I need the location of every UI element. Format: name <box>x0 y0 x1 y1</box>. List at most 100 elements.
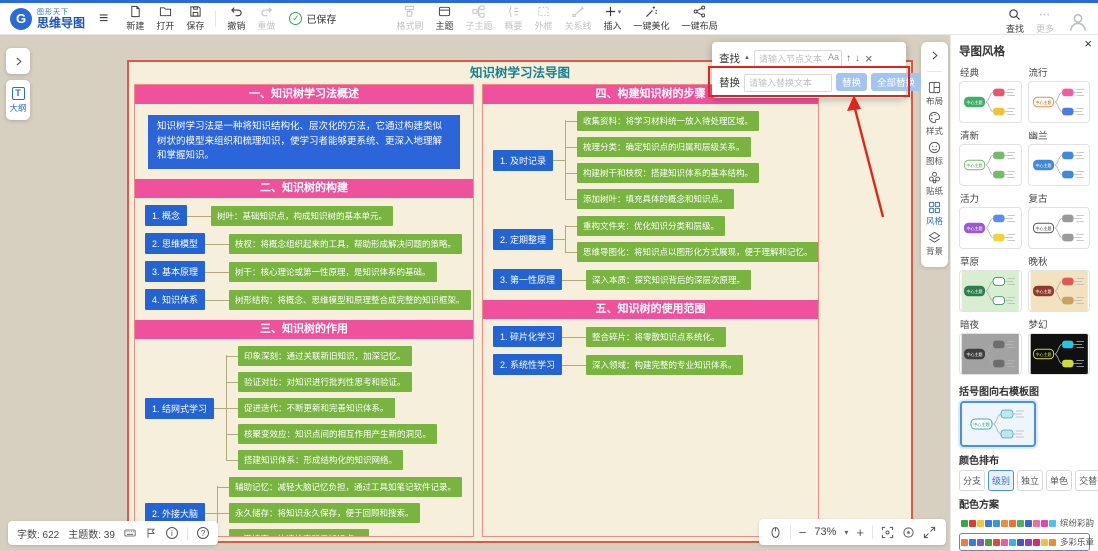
description-node[interactable]: 知识树学习法是一种将知识结构化、层次化的方法，它通过构建类似树状的模型来组织和梳… <box>148 115 460 169</box>
menu-icon[interactable]: ≡ <box>99 10 108 28</box>
zoom-out-button[interactable]: − <box>799 525 807 540</box>
style-thumbnail[interactable]: 中心主题 <box>1028 144 1091 186</box>
toolbar-new[interactable]: 新建 <box>120 3 150 34</box>
style-thumbnail[interactable]: 中心主题 <box>1028 81 1091 123</box>
style-thumbnail[interactable]: 中心主题 <box>959 144 1022 186</box>
toolbar-find[interactable]: 查找 <box>1000 6 1030 37</box>
subtopic-node[interactable]: 验证对比：对知识进行批判性思考和验证。 <box>238 372 412 392</box>
topic-node[interactable]: 3. 第一性原理 <box>493 269 562 290</box>
toolbar-open[interactable]: 打开 <box>150 3 180 34</box>
topic-node[interactable]: 4. 知识体系 <box>145 289 205 310</box>
topic-node[interactable]: 1. 结网式学习 <box>145 398 214 419</box>
subtopic-node[interactable]: 搭建知识体系：形成结构化的知识网络。 <box>238 450 403 470</box>
strip-item-style[interactable]: 样式 <box>926 111 943 137</box>
section-banner-node[interactable]: 三、知识树的作用 <box>135 320 473 339</box>
mindmap-root[interactable]: 知识树学习法导图 一、知识树学习法概述知识树学习法是一种将知识结构化、层次化的方… <box>127 60 913 543</box>
collapse-panel-button[interactable] <box>929 48 940 66</box>
strip-item-layout[interactable]: 布局 <box>926 81 943 107</box>
color-swatch <box>1009 539 1016 546</box>
arrange-option[interactable]: 分支 <box>959 470 985 491</box>
subtopic-node[interactable]: 梳理分类：确定知识点的归属和层级关系。 <box>577 137 751 157</box>
fit-screen-icon[interactable] <box>881 526 894 539</box>
strip-item-sticker[interactable]: 贴纸 <box>926 171 943 197</box>
toolbar-one-key-beautify[interactable]: 一键美化 <box>628 3 676 34</box>
toolbar-one-key-layout[interactable]: 一键布局 <box>676 3 724 34</box>
outline-button[interactable]: T 大纲 <box>6 80 30 120</box>
color-scheme-row[interactable]: 缤纷彩韵 <box>959 514 1090 532</box>
subtopic-node[interactable]: 收集资料：将学习材料统一放入待处理区域。 <box>577 111 759 131</box>
subtopic-node[interactable]: 添加树叶：填充具体的概念和知识点。 <box>577 189 734 209</box>
app-logo[interactable]: G 图形天下 思维导图 <box>10 8 85 30</box>
arrange-option[interactable]: 交替 <box>1075 470 1098 491</box>
toolbar-undo[interactable]: 撤销 <box>221 3 251 34</box>
toolbar-insert[interactable]: ▾插入 <box>598 3 628 34</box>
style-thumbnail[interactable]: 中心主题 <box>959 81 1022 123</box>
subtopic-node[interactable]: 构建树干和枝杈：搭建知识体系的基本结构。 <box>577 163 759 183</box>
fullscreen-icon[interactable] <box>923 526 936 539</box>
close-icon[interactable]: × <box>865 51 873 66</box>
find-label[interactable]: 查找 <box>719 51 740 66</box>
subtopic-node[interactable]: 永久储存：将知识永久保存，便于回顾和搜索。 <box>229 503 420 523</box>
user-avatar[interactable] <box>1068 12 1088 32</box>
topic-node[interactable]: 2. 定期整理 <box>493 229 553 250</box>
topic-node[interactable]: 2. 系统性学习 <box>493 354 562 375</box>
style-thumbnail[interactable]: 中心主题 <box>1028 207 1091 249</box>
color-scheme-row[interactable]: 多彩乐章 <box>959 533 1090 551</box>
subtopic-node[interactable]: 思维导图化：将知识点以图形化方式展现，便于理解和记忆。 <box>577 242 819 262</box>
replace-button[interactable]: 替换 <box>836 73 867 91</box>
topic-node[interactable]: 1. 碎片化学习 <box>493 326 562 347</box>
subtopic-node[interactable]: 树形结构：将概念、思维模型和原理整合成完整的知识框架。 <box>229 290 471 310</box>
toolbar-save[interactable]: 保存 <box>180 3 210 34</box>
triangle-up-icon[interactable]: ▲ <box>744 55 750 61</box>
arrange-option[interactable]: 级别 <box>988 470 1014 491</box>
chevron-down-icon[interactable]: ▾ <box>844 528 848 537</box>
subtopic-node[interactable]: 重构文件夹：优化知识分类和层级。 <box>577 216 725 236</box>
subtopic-node[interactable]: 枝杈：将概念组织起来的工具，帮助形成解决问题的策略。 <box>229 234 462 254</box>
subtopic-node[interactable]: 核聚变效应：知识点间的相互作用产生新的洞见。 <box>238 424 437 444</box>
topic-node[interactable]: 2. 思维模型 <box>145 233 205 254</box>
topic-node[interactable]: 1. 及时记录 <box>493 150 553 171</box>
subtopic-node[interactable]: 促进迭代：不断更新和完善知识体系。 <box>238 398 395 418</box>
subtopic-node[interactable]: 整合碎片：将零散知识点系统化。 <box>586 327 726 347</box>
topic-node[interactable]: 3. 基本原理 <box>145 261 205 282</box>
subtopic-node[interactable]: 深入本质：探究知识背后的深层次原理。 <box>586 270 751 290</box>
subtopic-node[interactable]: 辅助记忆：减轻大脑记忆负担，通过工具如笔记软件记录。 <box>229 477 462 497</box>
arrange-option[interactable]: 单色 <box>1046 470 1072 491</box>
find-previous-icon[interactable]: ↑ <box>846 53 851 64</box>
color-swatch <box>961 520 968 527</box>
arrange-option[interactable]: 独立 <box>1017 470 1043 491</box>
template-thumbnail[interactable]: 中心主题 <box>960 401 1036 447</box>
zoom-in-button[interactable]: + <box>856 525 864 540</box>
help-icon[interactable]: ? <box>197 527 209 539</box>
zoom-level[interactable]: 73% <box>814 526 836 538</box>
style-thumbnail[interactable]: 中心主题 <box>959 270 1022 312</box>
strip-item-background[interactable]: 背景 <box>926 231 943 257</box>
section-banner-node[interactable]: 五、知识树的使用范围 <box>483 300 818 319</box>
match-case-toggle[interactable]: Aa <box>828 52 839 62</box>
section-banner-node[interactable]: 一、知识树学习法概述 <box>135 85 473 104</box>
info-icon[interactable]: i <box>166 527 178 539</box>
strip-item-icon[interactable]: 图标 <box>926 141 943 167</box>
subtopic-node[interactable]: 印象深刻：通过关联新旧知识，加深记忆。 <box>238 346 412 366</box>
style-thumbnail[interactable]: 中心主题 <box>959 207 1022 249</box>
topic-node[interactable]: 1. 概念 <box>145 205 187 226</box>
style-thumbnail[interactable]: 中心主题 <box>959 333 1022 375</box>
subtopic-node[interactable]: 树叶：基础知识点，构成知识树的基本单元。 <box>211 206 393 226</box>
close-icon[interactable]: × <box>1084 36 1092 51</box>
subtopic-node[interactable]: 树干：核心理论或第一性原理，是知识体系的基础。 <box>229 262 437 282</box>
flag-icon[interactable] <box>145 527 157 539</box>
section-banner-node[interactable]: 二、知识树的构建 <box>135 179 473 198</box>
style-thumbnail[interactable]: 中心主题 <box>1028 270 1091 312</box>
style-thumbnail[interactable]: 中心主题 <box>1028 333 1091 375</box>
subtopic-node[interactable]: 深入领域：构建完整的专业知识体系。 <box>586 355 743 375</box>
mouse-mode-icon[interactable] <box>769 526 782 539</box>
shortcut-keyboard-icon[interactable] <box>124 527 136 539</box>
subtopic-node[interactable]: 一键搜索：快速检索所需知识点。 <box>229 529 369 537</box>
strip-item-map-style[interactable]: 风格 <box>926 201 943 227</box>
replace-all-button[interactable]: 全部替换 <box>871 73 921 91</box>
collapse-left-panel-button[interactable] <box>6 48 30 74</box>
replace-input[interactable] <box>744 74 832 92</box>
find-next-icon[interactable]: ↓ <box>855 53 860 64</box>
center-view-icon[interactable] <box>902 526 915 539</box>
toolbar-theme[interactable]: 主题 <box>429 3 459 34</box>
